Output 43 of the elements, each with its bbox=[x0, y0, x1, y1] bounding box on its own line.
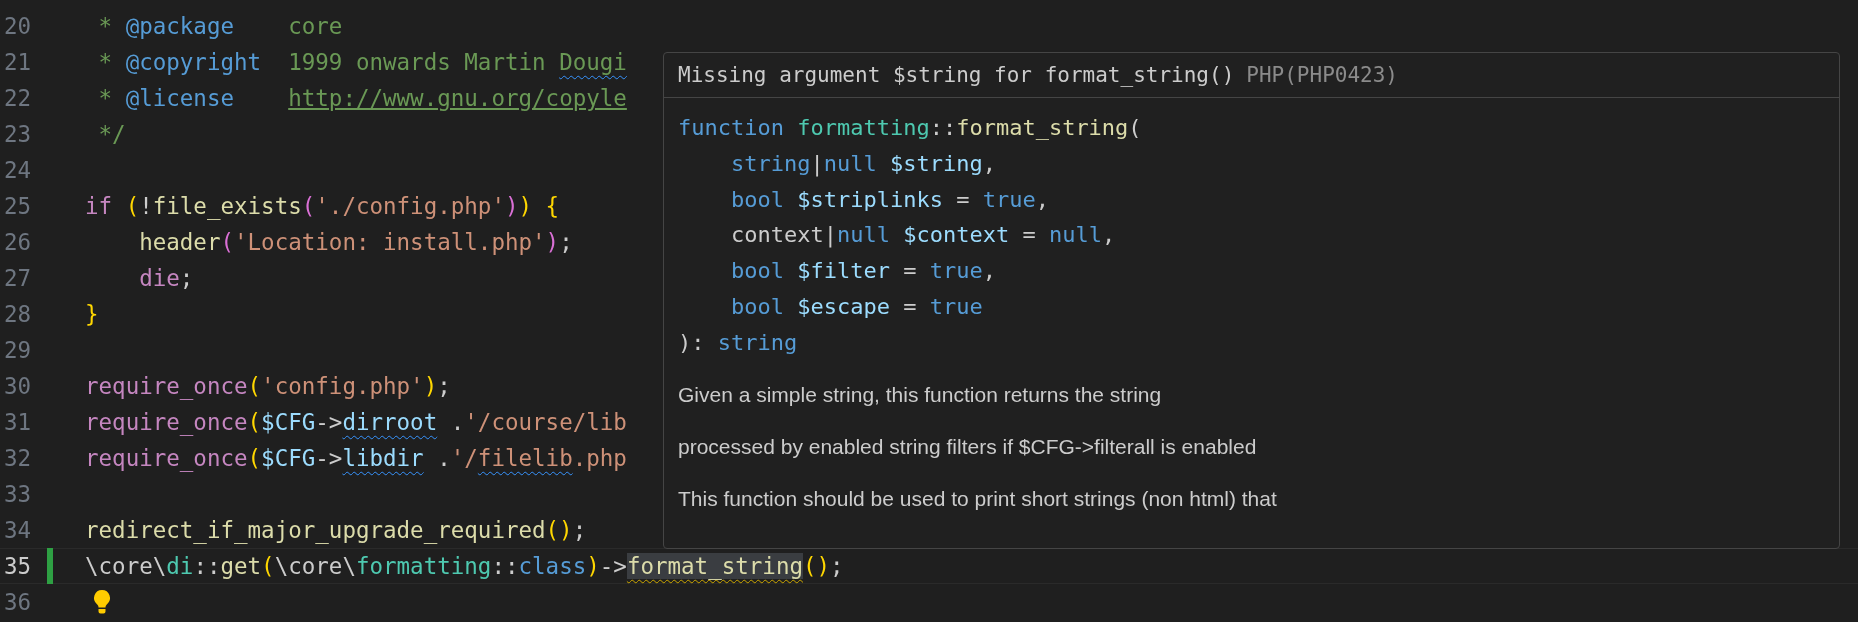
code-line: redirect_if_major_upgrade_required(); bbox=[85, 517, 587, 543]
signature-line: bool $striplinks = true, bbox=[729, 185, 1050, 214]
line-number: 22 bbox=[3, 85, 33, 111]
line-number: 25 bbox=[3, 193, 33, 219]
line-number: 27 bbox=[3, 265, 33, 291]
code-line: header('Location: install.php'); bbox=[138, 229, 573, 255]
code-line: */ bbox=[97, 121, 126, 147]
signature-line: ): string bbox=[678, 328, 799, 357]
line-number: 20 bbox=[3, 13, 33, 39]
line-number: 36 bbox=[3, 589, 33, 615]
doc-paragraph: Given a simple string, this function returns the string bbox=[677, 381, 1163, 408]
line-number: 28 bbox=[3, 301, 33, 327]
error-message: Missing argument $string for format_string() bbox=[678, 63, 1235, 87]
line-number: 34 bbox=[3, 517, 33, 543]
line-number: 24 bbox=[3, 157, 33, 183]
line-number: 35 bbox=[3, 553, 33, 579]
line-number: 23 bbox=[3, 121, 33, 147]
code-line: if (!file_exists('./config.php')) { bbox=[85, 193, 560, 219]
line-number: 21 bbox=[3, 49, 33, 75]
code-line: * @package core bbox=[97, 13, 343, 39]
doc-paragraph: processed by enabled string filters if $CFG->filterall is enabled bbox=[677, 433, 1258, 460]
code-line: } bbox=[85, 301, 99, 327]
error-code: PHP(PHP0423) bbox=[1246, 63, 1398, 87]
signature-line: bool $escape = true bbox=[729, 293, 984, 321]
line-number: 31 bbox=[3, 409, 33, 435]
signature-line: string|null $string, bbox=[729, 149, 997, 179]
code-line: require_once($CFG->dirroot .'/course/lib bbox=[85, 409, 627, 435]
line-number: 32 bbox=[3, 445, 33, 471]
code-line: * @license http://www.gnu.org/copyle bbox=[97, 85, 627, 111]
signature-line: context|null $context = null, bbox=[729, 221, 1117, 250]
code-line: \core\di::get(\core\formatting::class)->format_string(); bbox=[85, 553, 844, 579]
signature-line: function formatting::format_string( bbox=[678, 114, 1143, 142]
line-number: 26 bbox=[3, 229, 33, 255]
line-number: 30 bbox=[3, 373, 33, 399]
lightbulb-icon[interactable] bbox=[91, 589, 113, 615]
line-number: 29 bbox=[3, 337, 33, 363]
code-line: die; bbox=[138, 265, 194, 291]
code-line: * @copyright 1999 onwards Martin Dougi bbox=[97, 49, 627, 75]
code-line: require_once($CFG->libdir .'/filelib.php bbox=[85, 445, 627, 471]
line-number: 33 bbox=[3, 481, 33, 507]
code-line: require_once('config.php'); bbox=[85, 373, 451, 399]
signature-line: bool $filter = true, bbox=[729, 257, 997, 286]
doc-paragraph: This function should be used to print short strings (non html) that bbox=[677, 485, 1278, 512]
